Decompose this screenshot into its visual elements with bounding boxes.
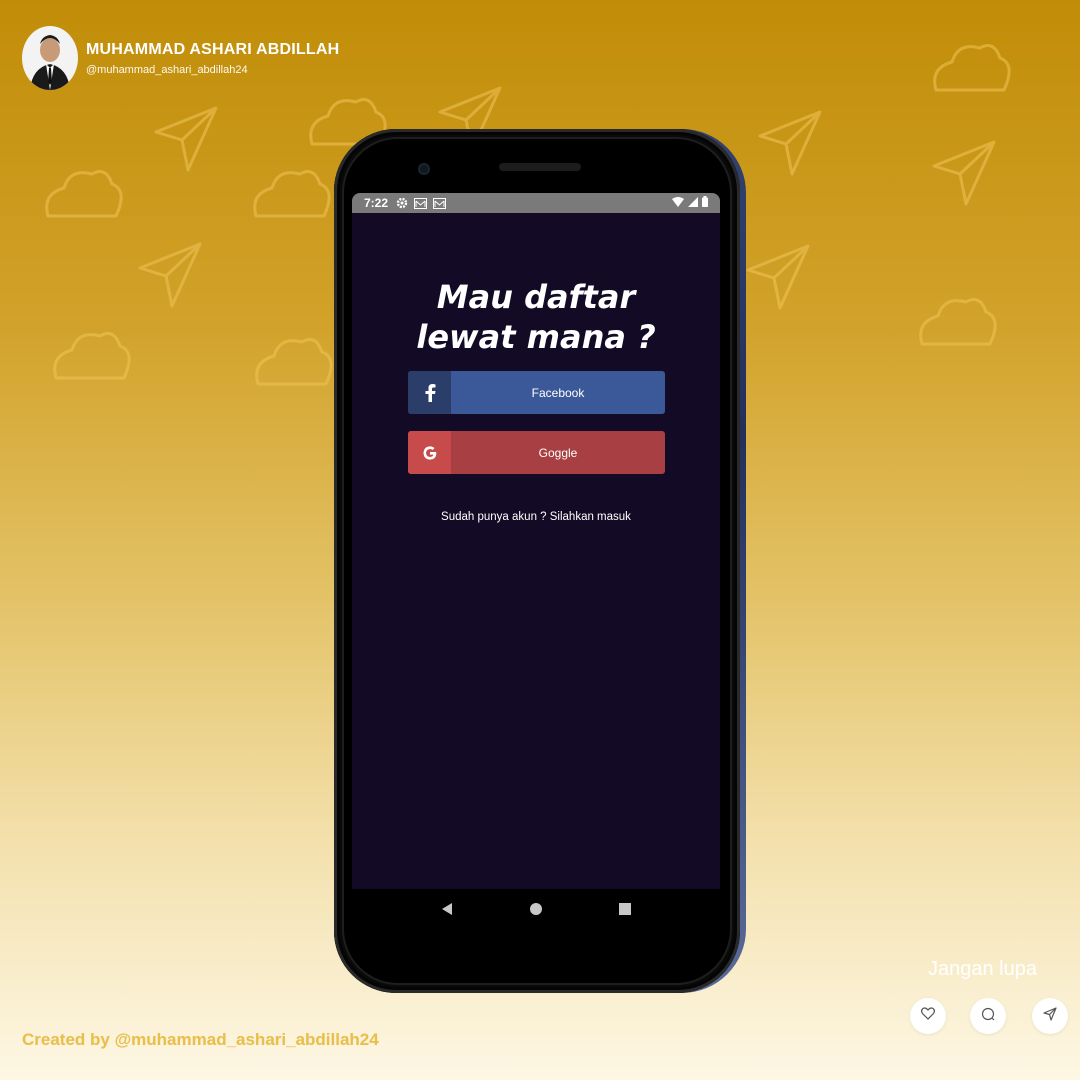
status-bar: 7:22 bbox=[352, 193, 720, 213]
paper-plane-icon bbox=[758, 110, 822, 176]
back-icon[interactable] bbox=[440, 902, 454, 921]
comment-button[interactable] bbox=[970, 998, 1006, 1034]
cloud-icon bbox=[255, 338, 333, 386]
creator-credit: Created by @muhammad_ashari_abdillah24 bbox=[22, 1030, 379, 1049]
cloud-icon bbox=[253, 170, 331, 218]
like-button[interactable] bbox=[910, 998, 946, 1034]
page-title: Mau daftar lewat mana ? bbox=[416, 278, 656, 356]
mail-icon bbox=[414, 197, 428, 209]
reminder-text: Jangan lupa bbox=[928, 958, 1037, 980]
author-name: MUHAMMAD ASHARI ABDILLAH bbox=[86, 40, 340, 58]
comment-icon bbox=[981, 1007, 995, 1026]
paper-plane-icon bbox=[932, 140, 996, 206]
phone-body: 7:22 Mau daftar lewat mana ? Facebook Go… bbox=[334, 129, 740, 993]
author-header: MUHAMMAD ASHARI ABDILLAH @muhammad_ashar… bbox=[22, 26, 339, 90]
front-camera bbox=[418, 163, 430, 175]
facebook-signup-button[interactable]: Facebook bbox=[408, 371, 665, 414]
wifi-icon bbox=[672, 196, 684, 210]
earpiece-speaker bbox=[499, 163, 581, 171]
facebook-button-label: Facebook bbox=[531, 385, 585, 400]
avatar bbox=[22, 26, 78, 90]
paper-plane-icon bbox=[154, 106, 218, 172]
send-icon bbox=[1043, 1006, 1057, 1026]
google-icon bbox=[408, 431, 451, 474]
cloud-icon bbox=[45, 170, 123, 218]
facebook-icon bbox=[408, 371, 451, 414]
paper-plane-icon bbox=[746, 244, 810, 310]
settings-icon bbox=[396, 197, 408, 209]
phone-mockup: 7:22 Mau daftar lewat mana ? Facebook Go… bbox=[334, 129, 746, 993]
author-handle: @muhammad_ashari_abdillah24 bbox=[86, 63, 248, 76]
status-time: 7:22 bbox=[364, 196, 389, 210]
paper-plane-icon bbox=[138, 242, 202, 308]
cloud-icon bbox=[919, 298, 997, 346]
login-link[interactable]: Sudah punya akun ? Silahkan masuk bbox=[352, 511, 720, 523]
android-nav-bar bbox=[352, 889, 720, 933]
mail-icon bbox=[433, 197, 447, 209]
google-signup-button[interactable]: Goggle bbox=[408, 431, 665, 474]
recents-icon[interactable] bbox=[618, 902, 632, 921]
heart-icon bbox=[921, 1007, 935, 1025]
signal-icon bbox=[688, 196, 698, 210]
cloud-icon bbox=[53, 332, 131, 380]
share-button[interactable] bbox=[1032, 998, 1068, 1034]
battery-icon bbox=[702, 196, 708, 210]
cloud-icon bbox=[933, 44, 1011, 92]
app-screen: 7:22 Mau daftar lewat mana ? Facebook Go… bbox=[352, 193, 720, 889]
home-icon[interactable] bbox=[529, 902, 543, 921]
google-button-label: Goggle bbox=[538, 445, 578, 460]
